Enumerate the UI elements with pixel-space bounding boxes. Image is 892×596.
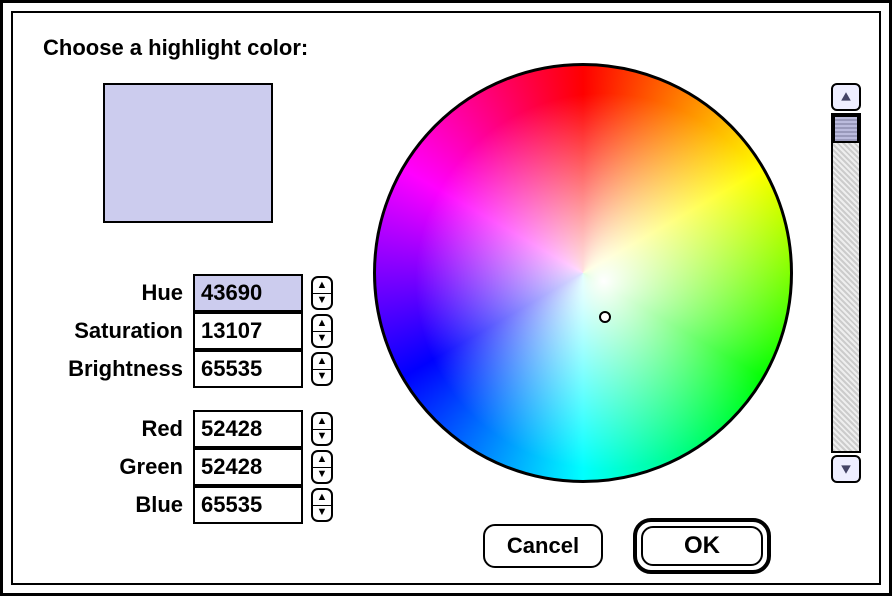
dialog-title: Choose a highlight color: [43,35,308,61]
scroll-down-button[interactable] [831,455,861,483]
red-step-up[interactable]: ▲ [313,414,331,430]
brightness-step-down[interactable]: ▼ [313,370,331,385]
fields-panel: Hue 43690 ▲ ▼ Saturation 13107 ▲ ▼ Brigh… [13,273,353,523]
scrollbar-thumb[interactable] [833,115,859,143]
saturation-label: Saturation [13,318,193,344]
hsb-group: Hue 43690 ▲ ▼ Saturation 13107 ▲ ▼ Brigh… [13,273,353,389]
red-input[interactable]: 52428 [193,410,303,448]
blue-step-down[interactable]: ▼ [313,506,331,521]
brightness-input[interactable]: 65535 [193,350,303,388]
ok-button[interactable]: OK [641,526,763,566]
blue-input[interactable]: 65535 [193,486,303,524]
hue-input[interactable]: 43690 [193,274,303,312]
scroll-up-button[interactable] [831,83,861,111]
green-step-up[interactable]: ▲ [313,452,331,468]
blue-stepper[interactable]: ▲ ▼ [311,488,333,522]
arrow-up-icon [840,91,852,103]
saturation-input[interactable]: 13107 [193,312,303,350]
brightness-label: Brightness [13,356,193,382]
saturation-stepper[interactable]: ▲ ▼ [311,314,333,348]
green-label: Green [13,454,193,480]
hue-stepper[interactable]: ▲ ▼ [311,276,333,310]
color-wheel-indicator[interactable] [599,311,611,323]
blue-label: Blue [13,492,193,518]
red-label: Red [13,416,193,442]
green-input[interactable]: 52428 [193,448,303,486]
red-stepper[interactable]: ▲ ▼ [311,412,333,446]
brightness-stepper[interactable]: ▲ ▼ [311,352,333,386]
arrow-down-icon [840,463,852,475]
color-picker-dialog: Choose a highlight color: Hue 43690 ▲ ▼ … [11,11,881,585]
cancel-button[interactable]: Cancel [483,524,603,568]
green-stepper[interactable]: ▲ ▼ [311,450,333,484]
ok-button-frame: OK [633,518,771,574]
red-step-down[interactable]: ▼ [313,430,331,445]
scrollbar-track[interactable] [831,113,861,453]
saturation-step-down[interactable]: ▼ [313,332,331,347]
green-step-down[interactable]: ▼ [313,468,331,483]
brightness-step-up[interactable]: ▲ [313,354,331,370]
hue-step-down[interactable]: ▼ [313,294,331,309]
color-wheel[interactable] [373,63,793,483]
dialog-buttons: Cancel OK [483,518,771,574]
hue-step-up[interactable]: ▲ [313,278,331,294]
color-swatch [103,83,273,223]
rgb-group: Red 52428 ▲ ▼ Green 52428 ▲ ▼ Blue 65535 [13,409,353,525]
blue-step-up[interactable]: ▲ [313,490,331,506]
saturation-step-up[interactable]: ▲ [313,316,331,332]
hue-label: Hue [13,280,193,306]
brightness-scrollbar [831,83,861,483]
